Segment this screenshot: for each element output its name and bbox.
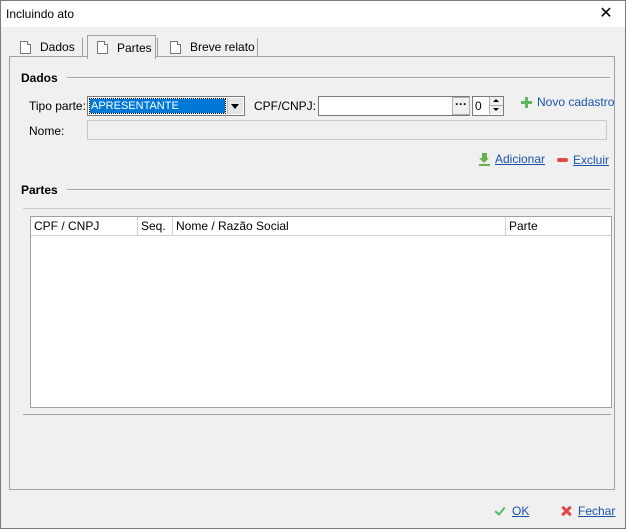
fechar-button[interactable]: Fechar: [560, 504, 615, 518]
tab-partes[interactable]: Partes: [87, 35, 156, 59]
cpf-cnpj-input[interactable]: [318, 96, 470, 116]
minus-icon: [557, 158, 568, 162]
document-icon: [20, 40, 31, 54]
partes-section-title: Partes: [21, 183, 58, 197]
novo-cadastro-button[interactable]: Novo cadastro: [521, 95, 614, 109]
tipo-parte-selected-value: APRESENTANTE: [89, 98, 226, 114]
tab-separator: [157, 38, 158, 56]
document-icon: [97, 41, 108, 54]
tipo-parte-label: Tipo parte:: [29, 99, 86, 113]
column-header-cpf[interactable]: CPF / CNPJ: [31, 217, 138, 235]
ok-button[interactable]: OK: [494, 504, 529, 518]
fechar-label: Fechar: [578, 504, 616, 518]
ok-label: OK: [512, 504, 530, 518]
plus-icon: [521, 96, 532, 108]
excluir-label: Excluir: [573, 153, 610, 167]
nome-input[interactable]: [87, 120, 607, 140]
grid-bottom-line: [23, 414, 611, 415]
table-header: CPF / CNPJ Seq. Nome / Razão Social Part…: [31, 217, 611, 236]
close-icon[interactable]: ✕: [591, 2, 621, 26]
tab-dados[interactable]: Dados: [20, 36, 75, 58]
adicionar-button[interactable]: Adicionar: [479, 152, 545, 166]
stepper-up-icon[interactable]: [489, 97, 503, 106]
close-x-icon: [560, 505, 572, 517]
tab-separator: [82, 38, 83, 56]
tab-breve-relato[interactable]: Breve relato: [170, 36, 255, 58]
tab-separator: [257, 38, 258, 56]
seq-value: 0: [475, 99, 482, 113]
add-down-arrow-icon: [479, 152, 490, 166]
adicionar-label: Adicionar: [495, 152, 546, 166]
tipo-parte-select[interactable]: APRESENTANTE: [87, 96, 245, 116]
nome-label: Nome:: [29, 124, 65, 138]
excluir-button[interactable]: Excluir: [557, 153, 609, 167]
window-title: Incluindo ato: [6, 7, 75, 21]
column-header-seq[interactable]: Seq.: [138, 217, 173, 235]
cpf-cnpj-label: CPF/CNPJ:: [254, 99, 317, 113]
title-bar: Incluindo ato ✕: [1, 1, 625, 27]
tab-partes-label: Partes: [117, 40, 152, 55]
section-divider: [67, 77, 610, 79]
cpf-search-button[interactable]: ···: [452, 97, 470, 115]
novo-cadastro-label: Novo cadastro: [537, 95, 615, 109]
chevron-down-icon[interactable]: [227, 98, 243, 114]
document-icon: [170, 40, 181, 54]
seq-stepper[interactable]: 0: [472, 96, 504, 116]
partes-table[interactable]: CPF / CNPJ Seq. Nome / Razão Social Part…: [30, 216, 612, 408]
dados-section-title: Dados: [21, 71, 58, 85]
section-divider: [67, 189, 610, 191]
tab-dados-label: Dados: [40, 40, 75, 54]
stepper-down-icon[interactable]: [489, 106, 503, 114]
column-header-nome[interactable]: Nome / Razão Social: [173, 217, 506, 235]
column-header-parte[interactable]: Parte: [506, 217, 611, 235]
tab-breve-relato-label: Breve relato: [190, 40, 255, 54]
check-icon: [494, 506, 506, 516]
